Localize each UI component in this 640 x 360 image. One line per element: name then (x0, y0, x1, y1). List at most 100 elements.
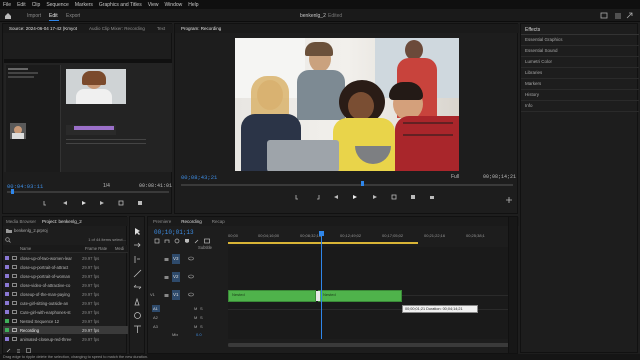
mute-button[interactable]: M (194, 306, 197, 311)
lift-icon[interactable] (391, 194, 397, 200)
list-item[interactable]: Cute-girl-with-earphones-st 29.97 fps (3, 308, 110, 316)
program-video-frame[interactable] (235, 38, 459, 171)
solo-button[interactable]: S (200, 324, 203, 329)
go-to-in-icon[interactable] (333, 194, 339, 200)
solo-button[interactable]: S (200, 315, 203, 320)
track-label-v1[interactable]: V1 (173, 292, 179, 297)
panel-libraries[interactable]: Libraries (525, 70, 542, 75)
source-playhead[interactable] (11, 189, 14, 194)
source-fraction[interactable]: 1/4 (103, 183, 110, 189)
tab-media-browser[interactable]: Media Browser (3, 217, 39, 226)
ripple-edit-handle[interactable] (316, 291, 320, 301)
go-to-out-icon[interactable] (372, 194, 378, 200)
track-area[interactable]: Nested Nested 00;00;01;21 Duration: 00;0… (228, 247, 516, 339)
list-item[interactable]: close-video-of-attractive-co 29.97 fps (3, 281, 110, 289)
tab-text[interactable]: Text (151, 24, 171, 33)
expand-icon[interactable] (626, 12, 634, 19)
mark-in-icon[interactable] (43, 200, 49, 206)
menu-clip[interactable]: Clip (32, 2, 41, 8)
pencil-icon[interactable] (6, 348, 11, 353)
home-icon[interactable] (4, 12, 12, 19)
tab-import[interactable]: Import (27, 13, 41, 19)
track-label-a3[interactable]: A3 (153, 324, 158, 329)
add-button-icon[interactable] (505, 196, 513, 204)
tab-recap[interactable]: Recap (207, 217, 230, 226)
camera-icon[interactable] (429, 194, 435, 200)
program-fit[interactable]: Full (451, 174, 459, 180)
lock-icon[interactable] (164, 292, 169, 297)
track-label-v2[interactable]: V2 (173, 274, 179, 279)
track-label-a1[interactable]: A1 (153, 306, 158, 311)
track-label-a2[interactable]: A2 (153, 315, 158, 320)
add-marker-icon[interactable] (184, 238, 190, 244)
list-item[interactable]: close-up-portrait-of-attract 29.97 fps (3, 263, 110, 271)
selection-tool-icon[interactable] (133, 227, 142, 238)
mark-in-icon[interactable] (295, 194, 301, 200)
search-icon[interactable] (5, 236, 11, 243)
menu-window[interactable]: Window (164, 2, 182, 8)
list-item[interactable]: closeup-of-the-man-paying 29.97 fps (3, 290, 110, 298)
mark-out-icon[interactable] (314, 194, 320, 200)
lock-icon[interactable] (164, 274, 169, 279)
timeline-playhead[interactable] (321, 233, 322, 339)
tab-recording-sequence[interactable]: Recording (176, 217, 207, 226)
column-name[interactable]: Name (20, 246, 85, 251)
tab-export[interactable]: Export (66, 13, 80, 19)
type-tool-icon[interactable] (133, 325, 142, 336)
track-select-tool-icon[interactable] (133, 241, 142, 252)
pen-tool-icon[interactable] (133, 297, 142, 308)
timeline-scrollbar[interactable] (228, 343, 516, 347)
solo-button[interactable]: S (200, 306, 203, 311)
program-playhead[interactable] (361, 181, 364, 186)
menu-graphics[interactable]: Graphics and Titles (99, 2, 142, 8)
panel-essential-graphics[interactable]: Essential Graphics (525, 37, 563, 42)
mix-value[interactable]: 0.0 (196, 332, 202, 337)
insert-icon[interactable] (118, 200, 124, 206)
timeline-clip[interactable]: Nested (228, 290, 316, 302)
extract-icon[interactable] (410, 194, 416, 200)
nest-icon[interactable] (154, 238, 160, 244)
lock-icon[interactable] (164, 256, 169, 261)
menu-file[interactable]: File (3, 2, 11, 8)
slip-tool-icon[interactable] (133, 283, 142, 294)
icon-view-icon[interactable] (26, 348, 31, 353)
ripple-edit-tool-icon[interactable] (133, 255, 142, 266)
tab-project[interactable]: Project: benkenlg_2 (39, 217, 85, 226)
tab-audio-clip-mixer[interactable]: Audio Clip Mixer: Recording (83, 24, 151, 33)
play-icon[interactable] (81, 200, 87, 206)
tab-program[interactable]: Program: Recording (175, 24, 227, 33)
timeline-timecode[interactable]: 00;10;01;13 (154, 229, 194, 236)
mute-button[interactable]: M (194, 324, 197, 329)
list-item[interactable]: close-up-portrait-of-woman 29.97 fps (3, 272, 110, 280)
source-video-frame[interactable] (4, 59, 172, 172)
time-ruler[interactable]: 00;00 00;04;16;00 00;08;32;16 00;12;49;0… (228, 229, 516, 241)
tab-edit[interactable]: Edit (49, 13, 58, 19)
work-area-bar[interactable] (228, 242, 418, 244)
wrench-icon[interactable] (194, 238, 200, 244)
quick-export-icon[interactable] (600, 12, 608, 19)
source-scrubber[interactable] (7, 191, 169, 193)
column-media[interactable]: Medi (115, 246, 125, 251)
hand-tool-icon[interactable] (133, 311, 142, 322)
mute-button[interactable]: M (194, 315, 197, 320)
tab-source[interactable]: Source: 2024-06-04 17-42 (Kmyot (3, 24, 83, 33)
menu-edit[interactable]: Edit (17, 2, 26, 8)
panel-essential-sound[interactable]: Essential Sound (525, 48, 558, 53)
step-forward-icon[interactable] (99, 200, 105, 206)
panel-info[interactable]: Info (525, 103, 533, 108)
menu-sequence[interactable]: Sequence (46, 2, 69, 8)
list-item[interactable]: animated-closeup-red-three 29.97 fps (3, 335, 110, 343)
play-icon[interactable] (352, 194, 358, 200)
track-label-v3[interactable]: V3 (173, 256, 179, 261)
program-scrubber[interactable] (181, 184, 513, 186)
step-back-icon[interactable] (62, 200, 68, 206)
list-item[interactable]: close-up-of-two-women-lear 29.97 fps (3, 254, 110, 262)
panel-markers[interactable]: Markers (525, 81, 541, 86)
timeline-clip[interactable]: Nested (318, 290, 402, 302)
razor-tool-icon[interactable] (133, 269, 142, 280)
eye-icon[interactable] (188, 292, 194, 297)
tab-premiere[interactable]: Premiere (148, 217, 176, 226)
overwrite-icon[interactable] (137, 200, 143, 206)
column-frame-rate[interactable]: Frame Rate (85, 246, 115, 251)
menu-markers[interactable]: Markers (75, 2, 93, 8)
